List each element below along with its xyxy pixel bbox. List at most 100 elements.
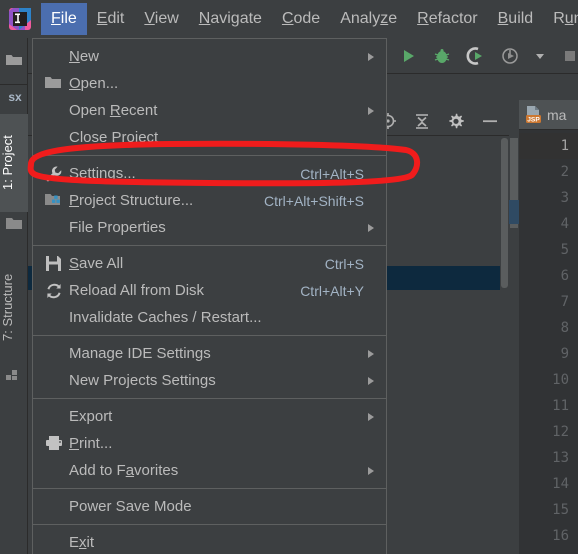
menu-navigate[interactable]: Navigate <box>189 3 272 35</box>
project-structure-icon <box>45 192 63 210</box>
line-number: 2 <box>560 164 569 180</box>
menu-item-reload-all-from-disk-label: Reload All from Disk <box>69 282 205 299</box>
menu-item-reload-all-from-disk-shortcut: Ctrl+Alt+Y <box>300 282 364 299</box>
line-number: 5 <box>560 242 569 258</box>
debug-icon[interactable] <box>432 46 452 66</box>
sidebar-item-structure[interactable]: 7: Structure <box>0 252 28 362</box>
intellij-idea-logo-icon <box>5 4 35 34</box>
menu-item-settings[interactable]: Settings... Ctrl+Alt+S <box>33 160 386 187</box>
menu-separator <box>33 488 386 489</box>
menu-item-settings-label: Settings... <box>69 165 136 182</box>
save-icon <box>45 255 63 273</box>
minimize-icon[interactable] <box>481 112 499 130</box>
menu-bar-items: File Edit View Navigate Code Analyze Ref… <box>41 0 578 38</box>
scrollbar-thumb[interactable] <box>501 138 508 288</box>
menu-refactor[interactable]: Refactor <box>407 3 487 35</box>
menu-item-file-properties[interactable]: File Properties <box>33 214 386 241</box>
selected-row-strip <box>509 200 519 224</box>
file-menu-dropdown[interactable]: New Open... Open Recent Close Project Se… <box>32 38 387 554</box>
submenu-arrow-icon <box>368 106 374 115</box>
menu-item-close-project[interactable]: Close Project <box>33 124 386 151</box>
menu-item-save-all[interactable]: Save All Ctrl+S <box>33 250 386 277</box>
project-panel-toolbar-icons <box>379 106 499 136</box>
submenu-arrow-icon <box>368 223 374 232</box>
line-number: 16 <box>552 528 569 544</box>
menu-analyze[interactable]: Analyze <box>330 3 407 35</box>
menu-item-file-properties-label: File Properties <box>69 219 166 236</box>
menu-item-open-recent-label: Open Recent <box>69 102 158 119</box>
menu-item-invalidate-caches[interactable]: Invalidate Caches / Restart... <box>33 304 386 331</box>
open-folder-icon <box>45 75 63 93</box>
menu-item-add-to-favorites-label: Add to Favorites <box>69 462 179 479</box>
jsp-file-icon: JSP <box>525 105 542 124</box>
menu-item-manage-ide-settings-label: Manage IDE Settings <box>69 345 211 362</box>
menu-file-label-rest: ile <box>60 10 77 27</box>
menu-separator <box>33 398 386 399</box>
line-number: 9 <box>560 346 569 362</box>
menu-item-power-save-mode[interactable]: Power Save Mode <box>33 493 386 520</box>
menu-item-save-all-label: Save All <box>69 255 124 272</box>
menu-file[interactable]: File <box>41 3 87 35</box>
menu-item-export-label: Export <box>69 408 113 425</box>
run-icon[interactable] <box>398 46 418 66</box>
sx-label: sx <box>8 90 22 104</box>
line-number: 15 <box>552 502 569 518</box>
menu-item-save-all-shortcut: Ctrl+S <box>324 255 364 272</box>
menu-item-new-projects-settings-label: New Projects Settings <box>69 372 216 389</box>
menu-item-open[interactable]: Open... <box>33 70 386 97</box>
line-number: 4 <box>560 216 569 232</box>
menu-item-invalidate-caches-label: Invalidate Caches / Restart... <box>69 309 262 326</box>
submenu-arrow-icon <box>368 412 374 421</box>
menu-item-open-label: Open... <box>69 75 119 92</box>
menu-view[interactable]: View <box>134 3 188 35</box>
menu-item-new-projects-settings[interactable]: New Projects Settings <box>33 367 386 394</box>
menu-separator <box>33 335 386 336</box>
menu-item-open-recent[interactable]: Open Recent <box>33 97 386 124</box>
menu-item-print[interactable]: Print... <box>33 430 386 457</box>
editor-gutter: 1 2 3 4 5 6 7 8 9 10 11 12 13 14 15 16 <box>519 130 578 554</box>
sidebar-item-project-label: 1: Project <box>0 135 15 191</box>
menu-code[interactable]: Code <box>272 3 330 35</box>
editor-tab-label[interactable]: ma <box>547 107 566 123</box>
left-tool-strip: sx 1: Project 7: Structure <box>0 38 28 554</box>
editor-splitter[interactable] <box>509 100 519 554</box>
menu-item-exit[interactable]: Exit <box>33 529 386 554</box>
menu-item-manage-ide-settings[interactable]: Manage IDE Settings <box>33 340 386 367</box>
menu-item-export[interactable]: Export <box>33 403 386 430</box>
menu-item-new[interactable]: New <box>33 43 386 70</box>
line-number: 6 <box>560 268 569 284</box>
menu-item-project-structure-label: Project Structure... <box>69 192 194 209</box>
run-with-coverage-icon[interactable] <box>466 46 486 66</box>
profile-icon[interactable] <box>500 46 520 66</box>
menu-build[interactable]: Build <box>488 3 544 35</box>
menu-item-project-structure-shortcut: Ctrl+Alt+Shift+S <box>264 192 364 209</box>
wrench-icon <box>45 165 63 183</box>
menu-run[interactable]: Run <box>543 3 578 35</box>
line-number: 12 <box>552 424 569 440</box>
line-number: 7 <box>560 294 569 310</box>
menu-item-reload-all-from-disk[interactable]: Reload All from Disk Ctrl+Alt+Y <box>33 277 386 304</box>
menu-item-project-structure[interactable]: Project Structure... Ctrl+Alt+Shift+S <box>33 187 386 214</box>
gear-icon[interactable] <box>447 112 465 130</box>
line-number: 13 <box>552 450 569 466</box>
editor-tab-bar: JSP ma <box>519 100 578 130</box>
menu-separator <box>33 245 386 246</box>
stop-icon[interactable] <box>560 46 578 66</box>
run-toolbar-icons <box>398 38 578 74</box>
editor-area: JSP ma 1 2 3 4 5 6 7 8 9 10 11 12 13 14 … <box>519 100 578 554</box>
line-number: 14 <box>552 476 569 492</box>
printer-icon <box>45 435 63 453</box>
open-folder-icon[interactable] <box>5 52 24 72</box>
intellij-idea-window: File Edit View Navigate Code Analyze Ref… <box>0 0 578 554</box>
collapse-all-icon[interactable] <box>413 112 431 130</box>
strip-divider <box>0 84 28 85</box>
menu-item-print-label: Print... <box>69 435 113 452</box>
menu-item-close-project-label: Close Project <box>69 129 159 146</box>
chevron-down-icon[interactable] <box>534 46 546 66</box>
menu-edit[interactable]: Edit <box>87 3 135 35</box>
menu-bar: File Edit View Navigate Code Analyze Ref… <box>0 0 578 38</box>
project-tree-scrollbar[interactable] <box>500 136 509 554</box>
menu-item-add-to-favorites[interactable]: Add to Favorites <box>33 457 386 484</box>
sidebar-item-project[interactable]: 1: Project <box>0 114 28 212</box>
line-number: 11 <box>552 398 569 414</box>
